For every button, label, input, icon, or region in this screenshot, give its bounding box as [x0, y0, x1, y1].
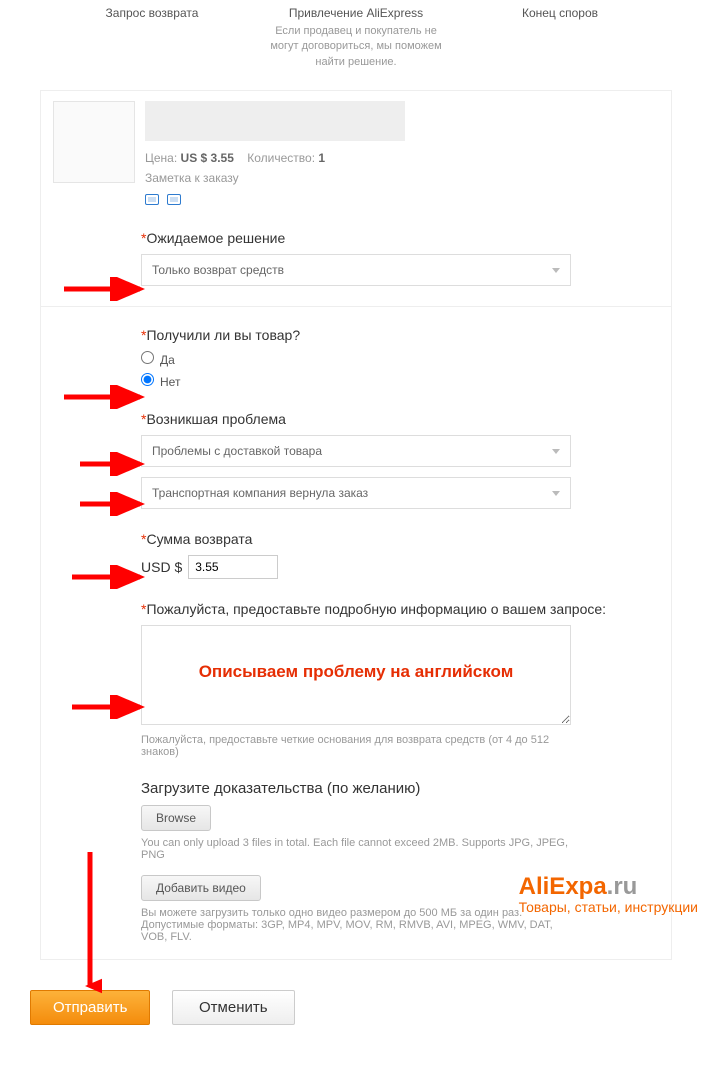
watermark-tagline: Товары, статьи, инструкции: [519, 899, 698, 915]
select-value: Только возврат средств: [152, 263, 284, 277]
watermark-logo: AliExpa.ru: [519, 873, 698, 901]
qty-value: 1: [318, 151, 325, 165]
step-title: Привлечение AliExpress: [254, 6, 458, 20]
radio-no[interactable]: Нет: [141, 373, 659, 389]
problem-category-select[interactable]: Проблемы с доставкой товара: [141, 435, 571, 467]
price-line: Цена: US $ 3.55 Количество: 1: [145, 151, 659, 165]
section-evidence: Загрузите доказательства (по желанию) Br…: [41, 780, 671, 861]
shipping-icon: [145, 194, 159, 205]
field-label: *Получили ли вы товар?: [141, 327, 659, 343]
annotation-arrow: [60, 385, 150, 409]
evidence-hint: You can only upload 3 files in total. Ea…: [141, 837, 571, 861]
detail-textarea[interactable]: [141, 625, 571, 725]
dispute-form: Цена: US $ 3.55 Количество: 1 Заметка к …: [40, 90, 672, 960]
step-title: Запрос возврата: [50, 6, 254, 20]
watermark: AliExpa.ru Товары, статьи, инструкции: [519, 873, 698, 915]
received-radio-group: Да Нет: [141, 351, 659, 389]
product-row: Цена: US $ 3.55 Количество: 1 Заметка к …: [41, 101, 671, 208]
chevron-down-icon: [552, 491, 560, 496]
progress-steps: Запрос возврата Привлечение AliExpress Е…: [0, 0, 712, 70]
card-icon: [167, 194, 181, 205]
expected-solution-select[interactable]: Только возврат средств: [141, 254, 571, 286]
product-thumbnail: [53, 101, 135, 183]
step-aliexpress: Привлечение AliExpress Если продавец и п…: [254, 6, 458, 70]
step-request: Запрос возврата: [50, 6, 254, 70]
order-note: Заметка к заказу: [145, 171, 659, 185]
field-label: Загрузите доказательства (по желанию): [141, 780, 659, 797]
radio-input-yes[interactable]: [141, 351, 154, 364]
select-value: Проблемы с доставкой товара: [152, 444, 322, 458]
field-label: *Сумма возврата: [141, 531, 659, 547]
footer-actions: Отправить Отменить: [30, 990, 712, 1025]
annotation-arrow: [76, 492, 150, 516]
step-end: Конец споров: [458, 6, 662, 70]
field-label: *Пожалуйста, предоставьте подробную инфо…: [141, 601, 659, 617]
browse-button[interactable]: Browse: [141, 805, 211, 831]
field-label: *Ожидаемое решение: [141, 230, 659, 246]
section-detail: *Пожалуйста, предоставьте подробную инфо…: [41, 601, 671, 758]
product-info: Цена: US $ 3.55 Количество: 1 Заметка к …: [145, 101, 659, 208]
problem-reason-select[interactable]: Транспортная компания вернула заказ: [141, 477, 571, 509]
field-label: *Возникшая проблема: [141, 411, 659, 427]
price-value: US $ 3.55: [181, 151, 234, 165]
product-title-placeholder: [145, 101, 405, 141]
step-subtitle: Если продавец и покупатель не могут дого…: [254, 24, 458, 70]
annotation-arrow: [68, 565, 150, 589]
cancel-button[interactable]: Отменить: [172, 990, 295, 1025]
guarantee-badges: [145, 193, 659, 208]
annotation-arrow-down: [78, 848, 102, 998]
qty-label: Количество:: [247, 151, 315, 165]
select-value: Транспортная компания вернула заказ: [152, 486, 368, 500]
video-hint: Вы можете загрузить только одно видео ра…: [141, 907, 571, 943]
price-label: Цена:: [145, 151, 177, 165]
chevron-down-icon: [552, 449, 560, 454]
annotation-arrow: [76, 452, 150, 476]
annotation-arrow: [68, 695, 150, 719]
chevron-down-icon: [552, 268, 560, 273]
step-title: Конец споров: [458, 6, 662, 20]
add-video-button[interactable]: Добавить видео: [141, 875, 261, 901]
refund-amount-input[interactable]: [188, 555, 278, 579]
detail-hint: Пожалуйста, предоставьте четкие основани…: [141, 734, 571, 758]
section-received: *Получили ли вы товар? Да Нет: [41, 306, 671, 389]
radio-yes[interactable]: Да: [141, 351, 659, 367]
annotation-arrow: [60, 277, 150, 301]
